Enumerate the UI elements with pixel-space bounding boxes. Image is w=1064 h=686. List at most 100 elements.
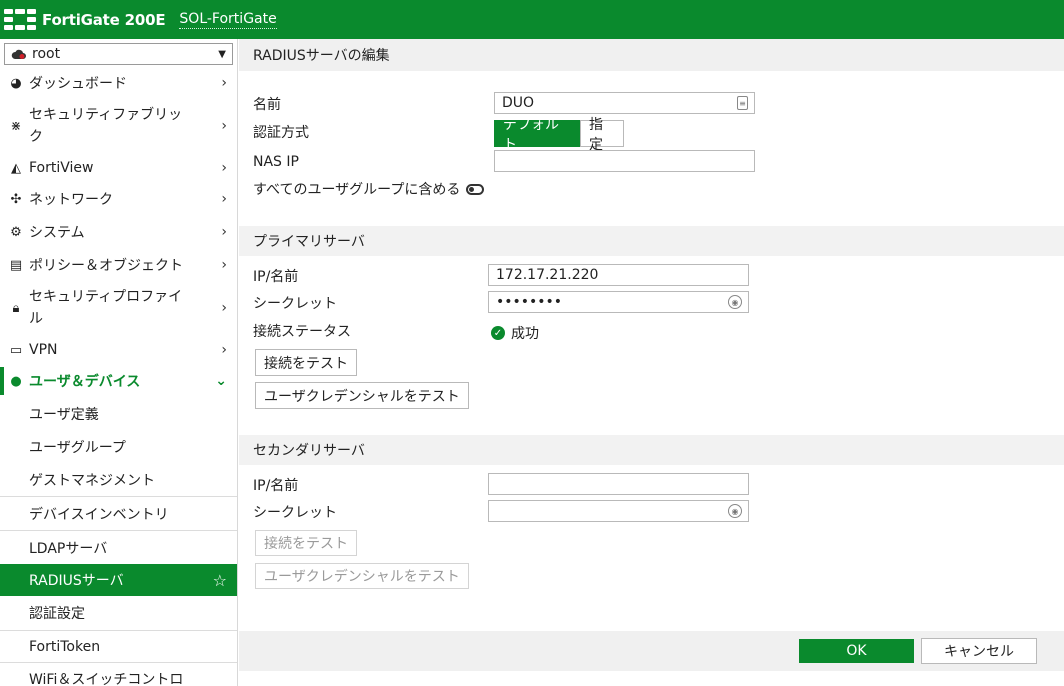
sub-label: 認証設定 [29, 606, 85, 622]
primary-test-credentials-button[interactable]: ユーザクレデンシャルをテスト [255, 382, 469, 409]
fabric-icon: ⋇ [10, 118, 22, 134]
nav-wifi-switch[interactable]: WiFi＆スイッチコントロ [0, 662, 237, 686]
secondary-server-header: セカンダリサーバ [239, 435, 1064, 465]
nav-label: ネットワーク [29, 192, 113, 208]
auth-specify-button[interactable]: 指定 [580, 117, 624, 153]
include-groups-toggle[interactable] [466, 183, 485, 195]
secondary-test-connection-button[interactable]: 接続をテスト [255, 530, 357, 556]
nas-ip-field[interactable] [494, 150, 755, 172]
chevron-right-icon: › [221, 191, 227, 207]
id-card-icon: ≡ [737, 96, 748, 110]
primary-ip-value: 172.17.21.220 [496, 267, 599, 283]
nav-policy-objects[interactable]: ▤ ポリシー＆オブジェクト › [0, 249, 237, 281]
nav-label: ポリシー＆オブジェクト [29, 258, 183, 274]
product-name: FortiGate 200E [42, 10, 166, 29]
nav-network[interactable]: ✣ ネットワーク › [0, 183, 237, 215]
auth-method-label: 認証方式 [253, 125, 309, 141]
chevron-right-icon: › [221, 342, 227, 358]
nav-system[interactable]: ⚙ システム › [0, 215, 237, 249]
network-icon: ✣ [10, 191, 22, 207]
page-title: RADIUSサーバの編集 [239, 39, 1064, 71]
nav-label: FortiView [29, 160, 94, 176]
connection-status-value: 成功 [511, 326, 539, 342]
include-groups-row: すべてのユーザグループに含める [253, 180, 485, 198]
nas-ip-label: NAS IP [253, 154, 299, 170]
nav-label: ダッシュボード [29, 76, 127, 92]
sub-ldap-servers[interactable]: LDAPサーバ [0, 530, 237, 564]
sub-label: FortiToken [29, 638, 101, 655]
auth-default-button[interactable]: デフォルト [494, 117, 580, 153]
top-bar: FortiGate 200E SOL-FortiGate [0, 0, 1064, 39]
chevron-right-icon: › [221, 160, 227, 176]
monitor-icon: ▭ [9, 342, 23, 358]
star-icon[interactable]: ☆ [213, 571, 227, 590]
policy-icon: ▤ [9, 257, 23, 273]
nav-security-fabric[interactable]: ⋇ セキュリティファブリック › [0, 99, 237, 153]
sub-label: ユーザ定義 [29, 407, 99, 423]
nav-fortiview[interactable]: ◭ FortiView › [0, 153, 237, 183]
sub-label: ユーザグループ [29, 440, 126, 456]
secondary-secret-label: シークレット [253, 505, 337, 521]
chevron-right-icon: › [221, 224, 227, 240]
sub-device-inventory[interactable]: デバイスインベントリ [0, 496, 237, 530]
cancel-button[interactable]: キャンセル [921, 638, 1037, 664]
sub-radius-servers[interactable]: RADIUSサーバ ☆ [0, 564, 237, 596]
sub-label: ゲストマネジメント [29, 472, 155, 489]
secondary-secret-field[interactable]: ◉ [488, 500, 749, 522]
primary-ip-label: IP/名前 [253, 269, 299, 285]
eye-icon[interactable]: ◉ [728, 504, 742, 518]
name-value: DUO [502, 95, 535, 111]
primary-secret-value: •••••••• [496, 294, 563, 310]
include-groups-label: すべてのユーザグループに含める [253, 182, 461, 198]
sub-label: LDAPサーバ [29, 540, 108, 557]
connection-status: ✓ 成功 [491, 324, 539, 342]
nav-vpn[interactable]: ▭ VPN › [0, 335, 237, 365]
primary-ip-field[interactable]: 172.17.21.220 [488, 264, 749, 286]
check-circle-icon: ✓ [491, 326, 505, 340]
secondary-ip-field[interactable] [488, 473, 749, 495]
sub-user-definition[interactable]: ユーザ定義 [0, 397, 237, 431]
name-label: 名前 [253, 97, 281, 113]
nav-dashboard[interactable]: ◕ ダッシュボード › [0, 67, 237, 99]
sub-auth-settings[interactable]: 認証設定 [0, 596, 237, 630]
nav-label: VPN [29, 342, 58, 358]
primary-server-header: プライマリサーバ [239, 226, 1064, 256]
chevron-right-icon: › [221, 118, 227, 134]
name-field[interactable]: DUO ≡ [494, 92, 755, 114]
primary-secret-field[interactable]: •••••••• ◉ [488, 291, 749, 313]
chevron-right-icon: › [221, 300, 227, 316]
secondary-test-credentials-button[interactable]: ユーザクレデンシャルをテスト [255, 563, 469, 589]
gear-icon: ⚙ [10, 224, 22, 240]
sub-label: RADIUSサーバ [29, 573, 124, 589]
sub-fortitoken[interactable]: FortiToken [0, 630, 237, 662]
sub-user-groups[interactable]: ユーザグループ [0, 431, 237, 463]
nav-label: セキュリティファブリック [29, 107, 183, 145]
vdom-select[interactable]: root ▼ [4, 43, 233, 65]
vdom-value: root [32, 46, 61, 62]
nav-user-device[interactable]: ● ユーザ＆デバイス ⌄ [0, 365, 237, 397]
ok-button[interactable]: OK [799, 639, 914, 663]
chevron-down-icon: ⌄ [215, 373, 227, 389]
user-icon: ● [10, 373, 22, 389]
chevron-down-icon: ▼ [218, 48, 226, 60]
lock-icon: 🔒︎ [12, 300, 20, 316]
nav-security-profiles[interactable]: 🔒︎ セキュリティプロファイル › [0, 281, 237, 335]
chevron-right-icon: › [221, 257, 227, 273]
eye-icon[interactable]: ◉ [728, 295, 742, 309]
primary-secret-label: シークレット [253, 296, 337, 312]
nav-label: ユーザ＆デバイス [29, 374, 141, 390]
nav-label: WiFi＆スイッチコントロ [29, 671, 184, 686]
main-panel: RADIUSサーバの編集 名前 DUO ≡ 認証方式 デフォルト 指定 NAS … [239, 39, 1064, 686]
primary-test-connection-button[interactable]: 接続をテスト [255, 349, 357, 376]
nav-label: セキュリティプロファイル [29, 289, 183, 327]
chart-icon: ◭ [11, 160, 21, 176]
sub-guest-management[interactable]: ゲストマネジメント [0, 463, 237, 496]
secondary-ip-label: IP/名前 [253, 478, 299, 494]
sidebar: root ▼ ◕ ダッシュボード › ⋇ セキュリティファブリック › ◭ Fo… [0, 39, 238, 686]
connection-status-label: 接続ステータス [253, 324, 351, 340]
hostname-link[interactable]: SOL-FortiGate [179, 11, 277, 29]
nav-label: システム [29, 225, 85, 241]
chevron-right-icon: › [221, 75, 227, 91]
sub-label: デバイスインベントリ [29, 506, 169, 523]
cloud-icon [11, 48, 27, 60]
